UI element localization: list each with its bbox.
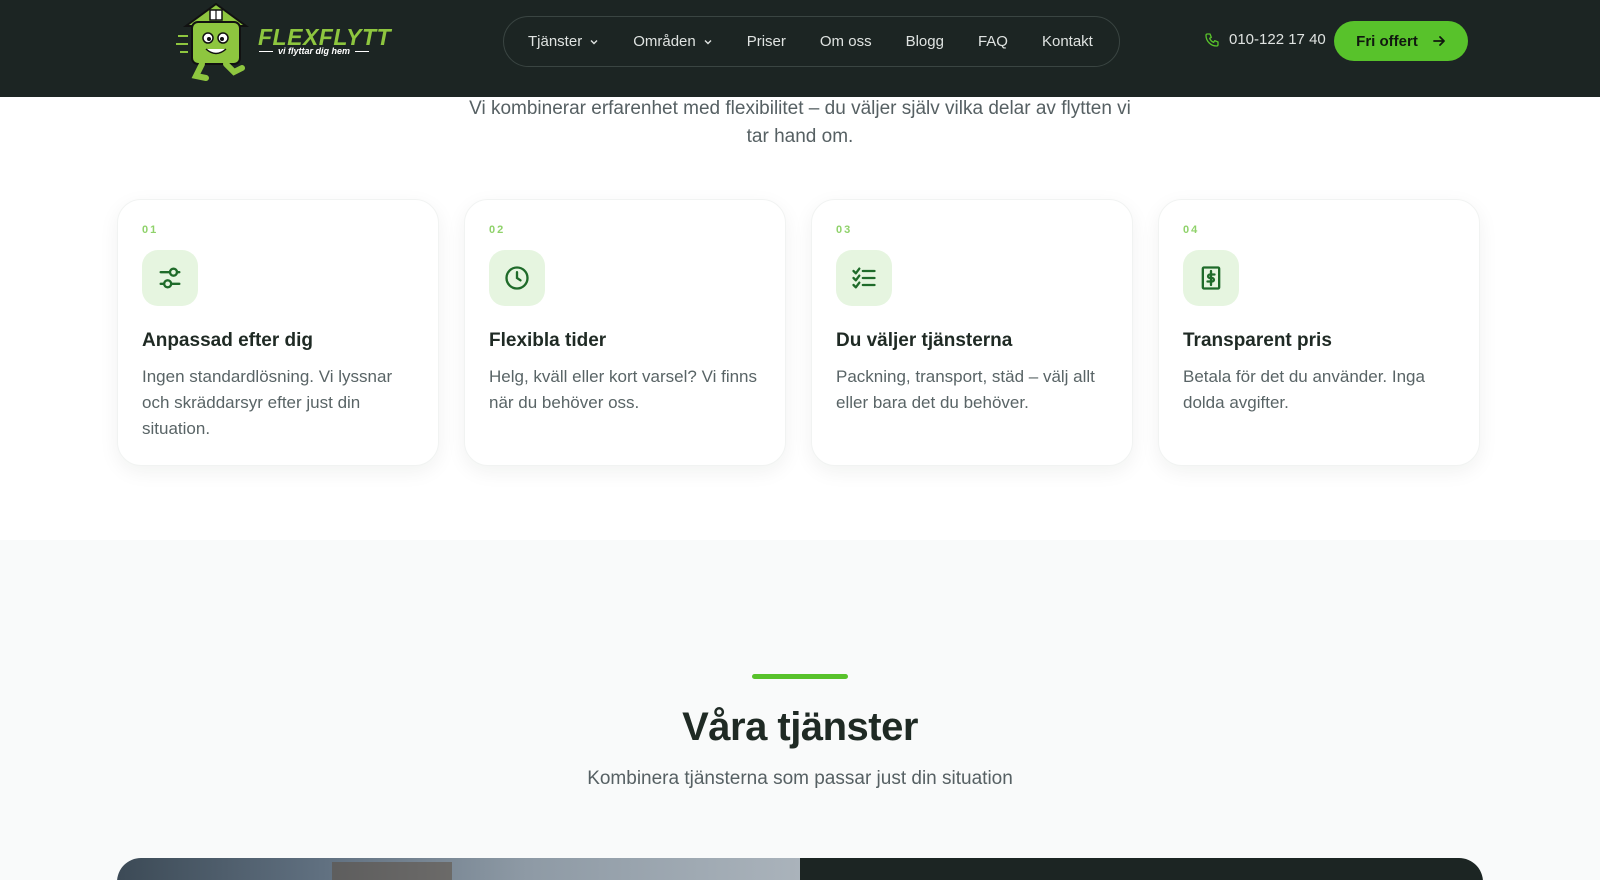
- receipt-dollar-icon: [1201, 266, 1221, 290]
- services-subtitle: Kombinera tjänsterna som passar just din…: [587, 768, 1013, 789]
- feature-number: 02: [489, 224, 506, 236]
- phone-icon: [1205, 32, 1219, 47]
- logo-tagline-text: vi flyttar dig hem: [278, 46, 351, 56]
- nav-item-tjanster[interactable]: Tjänster: [528, 33, 599, 50]
- clock-icon: [505, 266, 529, 290]
- nav-item-label: Priser: [746, 33, 786, 50]
- sliders-icon: [159, 267, 181, 289]
- services-section: Våra tjänster Kombinera tjänsterna som p…: [0, 540, 1600, 880]
- feature-card: 01 Anpassad efter dig Ingen standardlösn…: [117, 199, 439, 466]
- feature-number: 04: [1183, 224, 1200, 236]
- logo[interactable]: FLEXFLYTT vi flyttar dig hem: [176, 2, 391, 82]
- feature-card: 02 Flexibla tider Helg, kväll eller kort…: [464, 199, 786, 466]
- nav-item-label: Kontakt: [1041, 33, 1093, 50]
- feature-text: Ingen standardlösning. Vi lyssnar och sk…: [142, 367, 393, 438]
- feature-text: Betala för det du använder. Inga dolda a…: [1183, 367, 1425, 412]
- checklist-icon: [852, 267, 876, 289]
- feature-icon-box: [836, 250, 892, 306]
- logo-mascot-icon: [176, 2, 250, 81]
- service-image: [117, 858, 800, 880]
- nav-item-omraden[interactable]: Områden: [633, 33, 713, 50]
- feature-icon-box: [1183, 250, 1239, 306]
- nav-item-label: Om oss: [819, 33, 872, 50]
- free-quote-label: Fri offert: [1356, 32, 1418, 50]
- nav-item-label: FAQ: [977, 33, 1008, 50]
- nav-item-priser[interactable]: Priser: [747, 33, 786, 50]
- feature-cards: 01 Anpassad efter dig Ingen standardlösn…: [117, 199, 1483, 467]
- feature-title: Flexibla tider: [489, 330, 607, 351]
- feature-text: Packning, transport, städ – välj allt el…: [836, 367, 1095, 412]
- free-quote-button[interactable]: Fri offert: [1334, 21, 1468, 61]
- feature-card: 04 Transparent pris Betala för det du an…: [1158, 199, 1480, 466]
- feature-title: Transparent pris: [1183, 330, 1332, 351]
- feature-icon-box: [142, 250, 198, 306]
- feature-title: Du väljer tjänsterna: [836, 330, 1013, 351]
- main-nav: Tjänster Områden Priser Om oss Blogg FAQ…: [503, 16, 1120, 67]
- service-card[interactable]: [117, 858, 1483, 880]
- feature-card: 03 Du väljer tjänsterna Packning, transp…: [811, 199, 1133, 466]
- service-card-panel: [800, 858, 1483, 880]
- chevron-down-icon: [590, 39, 598, 44]
- services-title: Våra tjänster: [682, 705, 918, 749]
- feature-number: 01: [142, 224, 159, 236]
- nav-item-blogg[interactable]: Blogg: [906, 33, 944, 50]
- nav-item-faq[interactable]: FAQ: [978, 33, 1008, 50]
- nav-item-label: Områden: [633, 33, 696, 50]
- feature-title: Anpassad efter dig: [142, 330, 314, 351]
- intro-text: Vi kombinerar erfarenhet med flexibilite…: [469, 98, 1131, 147]
- nav-item-kontakt[interactable]: Kontakt: [1042, 33, 1093, 50]
- feature-number: 03: [836, 224, 853, 236]
- nav-item-label: Tjänster: [528, 33, 583, 50]
- nav-item-label: Blogg: [905, 33, 944, 50]
- site-header: FLEXFLYTT vi flyttar dig hem Tjänster Om…: [0, 0, 1600, 97]
- chevron-down-icon: [704, 39, 712, 44]
- logo-tagline: vi flyttar dig hem: [259, 46, 377, 56]
- feature-text: Helg, kväll eller kort varsel? Vi finns …: [489, 367, 758, 412]
- nav-item-om-oss[interactable]: Om oss: [820, 33, 872, 50]
- section-accent-bar: [752, 674, 848, 679]
- phone-link[interactable]: 010-122 17 40: [1204, 31, 1326, 48]
- phone-number: 010-122 17 40: [1229, 31, 1326, 48]
- feature-icon-box: [489, 250, 545, 306]
- arrow-right-icon: [1432, 36, 1445, 46]
